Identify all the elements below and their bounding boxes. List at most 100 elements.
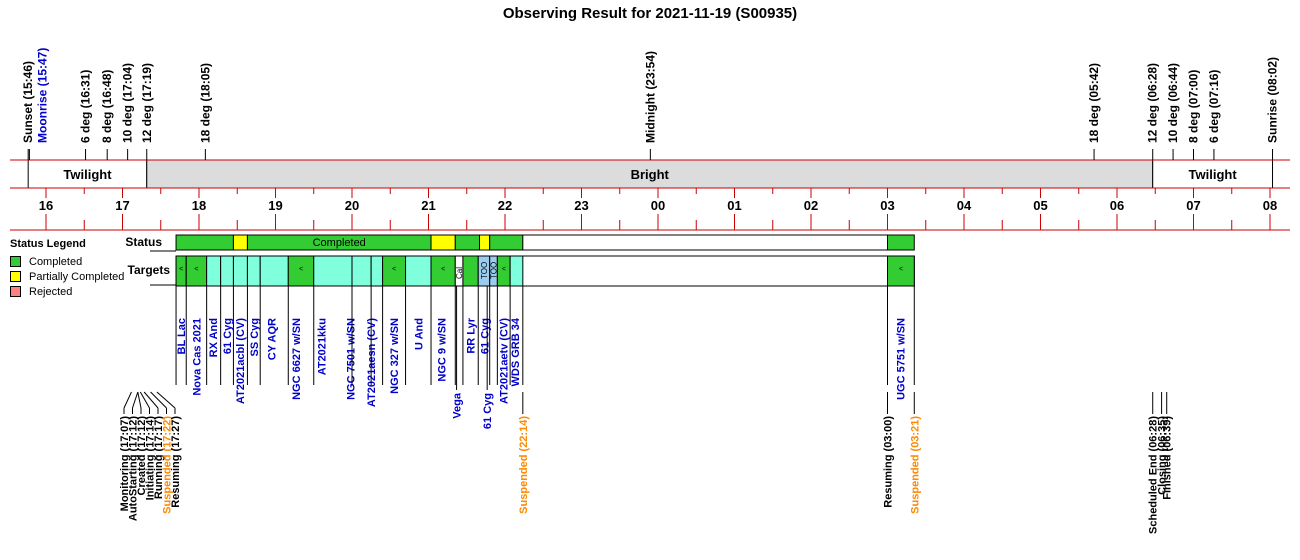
hour-tick-label-13: 05 [1033, 198, 1047, 213]
observing-timeline-chart: Twilight Bright Twilight Sunset (15:46) Moon… [10, 48, 1290, 534]
target-label-18: UGC 5751 w/SN [895, 318, 907, 400]
target-label-13: NGC 9 w/SN [436, 318, 448, 382]
target-segment-3 [220, 255, 234, 287]
hour-tick-label-12: 04 [957, 198, 972, 213]
legend-label-rejected: Rejected [29, 285, 73, 298]
target-segment-4 [232, 255, 248, 287]
status-segment-3 [430, 234, 456, 251]
status-legend: Status Legend Completed Partially Comple… [10, 238, 124, 299]
legend-item-completed: Completed [10, 254, 124, 269]
target-mark-16: TOO [480, 262, 489, 279]
target-segment-2 [206, 255, 222, 287]
target-label-2: RX And [208, 318, 220, 357]
ops-event-tick-6 [156, 391, 176, 409]
sky-event-label-7: Midnight (23:54) [643, 51, 657, 143]
ops-event-label-12: Finished (06:39) [1162, 416, 1174, 500]
sky-event-label-9: 12 deg (06:28) [1146, 63, 1160, 143]
sky-band-label-1: Bright [631, 167, 670, 182]
target-label-5: SS Cyg [249, 318, 261, 357]
status-segment-1 [232, 234, 248, 251]
ops-event-label-7: Suspended (22:14) [518, 416, 530, 514]
sky-event-label-5: 12 deg (17:19) [140, 63, 154, 143]
target-label-16: AT2021aetv (CV) [499, 318, 511, 404]
hour-tick-label-10: 02 [804, 198, 818, 213]
target-mark-0: < [179, 266, 183, 273]
hour-tick-label-0: 16 [39, 198, 53, 213]
status-legend-title: Status Legend [10, 238, 86, 250]
hour-tick-label-3: 19 [268, 198, 282, 213]
sky-event-label-13: Sunrise (08:02) [1266, 57, 1280, 143]
target-label-6: CY AQR [267, 318, 279, 360]
sky-event-label-11: 8 deg (07:00) [1187, 70, 1201, 143]
hour-tick-label-8: 00 [651, 198, 665, 213]
ops-event-tick-2 [137, 391, 142, 409]
target-segment-9 [351, 255, 372, 287]
target-label-10: AT2021aesn (CV) [366, 318, 378, 407]
target-segment-12 [405, 255, 432, 287]
hour-tick-label-16: 08 [1263, 198, 1277, 213]
ops-event-tick-5 [150, 391, 167, 409]
hour-tick-label-5: 21 [421, 198, 435, 213]
status-segment-6 [489, 234, 524, 251]
sky-event-label-8: 18 deg (05:42) [1087, 63, 1101, 143]
target-label-1: Nova Cas 2021 [191, 318, 203, 396]
status-segment-0 [175, 234, 234, 251]
target-label-8: AT2021kku [316, 318, 328, 375]
target-mark-1: < [194, 266, 198, 273]
target-segment-15 [462, 255, 479, 287]
legend-swatch-rejected [10, 286, 21, 297]
ops-event-label-8: Resuming (03:00) [883, 416, 895, 508]
ops-event-tick-0 [123, 391, 132, 409]
target-label-4: AT2021acbl (CV) [235, 318, 247, 404]
hour-tick-label-4: 20 [345, 198, 359, 213]
target-segment-19 [509, 255, 524, 287]
sky-event-label-6: 18 deg (18:05) [198, 63, 212, 143]
target-mark-18: < [502, 266, 506, 273]
legend-label-completed: Completed [29, 255, 83, 268]
target-segment-10 [370, 255, 384, 287]
sky-event-label-10: 10 deg (06:44) [1166, 63, 1180, 143]
status-segment-label-2: Completed [313, 237, 366, 249]
sky-band-label-2: Twilight [1189, 167, 1238, 182]
target-mark-13: < [441, 266, 445, 273]
target-low-label-1: 61 Cyg [482, 393, 494, 429]
hour-tick-label-15: 07 [1186, 198, 1200, 213]
hour-tick-label-11: 03 [880, 198, 894, 213]
hour-tick-label-6: 22 [498, 198, 512, 213]
target-mark-20: < [899, 266, 903, 273]
ops-event-tick-4 [143, 391, 159, 409]
target-label-7: NGC 6627 w/SN [291, 318, 303, 400]
target-segment-5 [246, 255, 261, 287]
hour-tick-label-7: 23 [574, 198, 588, 213]
status-segment-5 [479, 234, 491, 251]
legend-item-partial: Partially Completed [10, 269, 124, 284]
sky-event-label-3: 8 deg (16:48) [100, 70, 114, 143]
target-label-11: NGC 327 w/SN [389, 318, 401, 394]
status-segment-4 [454, 234, 481, 251]
hour-tick-label-2: 18 [192, 198, 206, 213]
target-label-12: U And [413, 318, 425, 350]
status-row-label: Status [125, 235, 162, 249]
sky-event-label-12: 6 deg (07:16) [1207, 70, 1221, 143]
legend-swatch-completed [10, 256, 21, 267]
ops-event-label-9: Suspended (03:21) [909, 416, 921, 514]
sky-event-label-2: 6 deg (16:31) [79, 70, 93, 143]
sky-event-label-1: Moonrise (15:47) [35, 48, 49, 143]
status-segment-8 [887, 234, 915, 251]
target-mark-7: < [299, 266, 303, 273]
legend-item-rejected: Rejected [10, 284, 124, 299]
legend-label-partial: Partially Completed [29, 270, 125, 283]
ops-event-tick-3 [139, 391, 150, 409]
ops-event-label-6: Resuming (17:27) [170, 416, 182, 508]
target-mark-11: < [392, 266, 396, 273]
status-segment-7 [522, 234, 889, 251]
target-label-17: WDS GRB 34 [510, 317, 522, 386]
sky-event-label-0: Sunset (15:46) [21, 61, 35, 143]
ops-event-tick-1 [132, 391, 139, 409]
hour-tick-label-1: 17 [115, 198, 129, 213]
target-low-label-0: Vega [452, 392, 464, 419]
targets-row-label: Targets [128, 263, 171, 277]
hour-tick-label-14: 06 [1110, 198, 1124, 213]
target-segment-6 [259, 255, 289, 287]
hour-tick-label-9: 01 [727, 198, 741, 213]
